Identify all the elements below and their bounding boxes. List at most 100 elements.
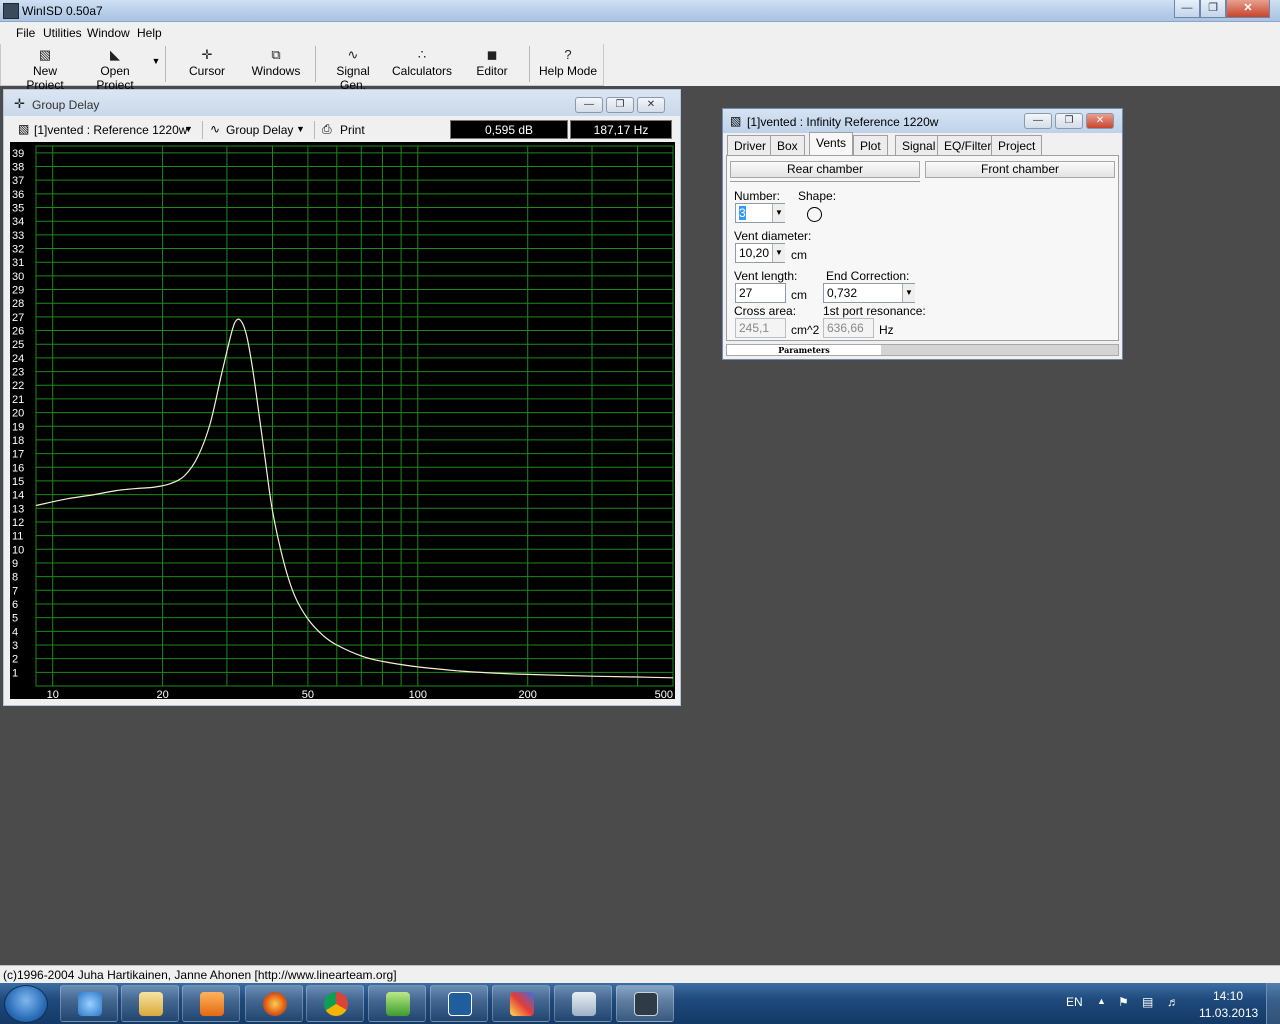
editor-speaker-icon: ◼ <box>486 47 498 62</box>
vent-length-input[interactable]: 27 <box>735 283 786 303</box>
tab-driver[interactable]: Driver <box>727 135 773 155</box>
vents-close-button[interactable]: ✕ <box>1086 113 1114 129</box>
taskbar-calculator[interactable] <box>554 985 612 1022</box>
number-label: Number: <box>734 189 781 203</box>
tab-vents[interactable]: Vents <box>809 132 854 156</box>
open-project-button[interactable]: ◣ Open Project <box>81 46 149 92</box>
tray-expand-icon[interactable]: ▲ <box>1097 996 1106 1006</box>
taskbar-winisd[interactable] <box>616 985 674 1022</box>
group-delay-plot[interactable]: 1 2 3 4 5 6 7 8 9 10 11 12 13 14 15 16 17 18 19 20 21 22 23 24 2… <box>10 142 675 699</box>
tab-box[interactable]: Box <box>770 135 805 155</box>
taskbar-internet-explorer[interactable] <box>60 985 118 1022</box>
group-delay-title-bar: ✛ Group Delay — ❐ ✕ <box>4 90 680 116</box>
x-tick-label: 10 <box>47 689 59 699</box>
status-bar: (c)1996-2004 Juha Hartikainen, Janne Aho… <box>0 965 1280 983</box>
windows-button[interactable]: ⧉ Windows <box>247 46 305 84</box>
x-tick-label: 100 <box>409 689 427 699</box>
y-tick-label: 33 <box>12 230 24 242</box>
menu-file[interactable]: File <box>16 26 35 40</box>
y-tick-label: 9 <box>12 558 18 570</box>
show-desktop-button[interactable] <box>1266 983 1280 1024</box>
sine-wave-icon: ∿ <box>347 47 359 62</box>
rear-chamber-button[interactable]: Rear chamber <box>730 161 920 178</box>
tab-eq-filter[interactable]: EQ/Filter <box>937 135 999 155</box>
port-resonance-unit: Hz <box>879 323 894 337</box>
crosshair-icon: ✛ <box>201 47 213 62</box>
help-mode-button[interactable]: ? Help Mode <box>537 46 599 84</box>
end-correction-select[interactable]: 0,732 ▼ <box>823 283 915 303</box>
new-project-button[interactable]: ▧ New Project <box>13 46 77 92</box>
app-title-bar: WinISD 0.50a7 — ❐ ✕ <box>0 0 1280 22</box>
tab-signal[interactable]: Signal <box>895 135 943 155</box>
clock-date[interactable]: 11.03.2013 <box>1199 1006 1258 1020</box>
vents-minimize-button[interactable]: — <box>1024 113 1052 129</box>
tecdoc-icon <box>448 992 472 1016</box>
front-chamber-button[interactable]: Front chamber <box>925 161 1115 178</box>
app-colorful-icon <box>510 992 534 1016</box>
signal-gen-button[interactable]: ∿ Signal Gen. <box>322 46 384 92</box>
restore-button[interactable]: ❐ <box>1200 0 1226 18</box>
vents-window-title: [1]vented : Infinity Reference 1220w <box>747 115 939 129</box>
y-tick-label: 14 <box>12 490 24 502</box>
menu-utilities[interactable]: Utilities <box>43 26 82 40</box>
y-tick-label: 17 <box>12 449 24 461</box>
minimize-button[interactable]: — <box>1174 0 1200 18</box>
start-button[interactable] <box>4 985 48 1023</box>
winisd-app-icon[interactable] <box>3 3 19 19</box>
vents-window-controls: — ❐ ✕ <box>1024 113 1114 129</box>
action-center-flag-icon[interactable]: ⚑ <box>1118 995 1129 1009</box>
taskbar-app-colorful[interactable] <box>492 985 550 1022</box>
menu-help[interactable]: Help <box>137 26 162 40</box>
taskbar-tecdoc[interactable] <box>430 985 488 1022</box>
print-button[interactable]: ⎙ Print <box>320 119 380 141</box>
taskbar-firefox[interactable] <box>245 985 303 1022</box>
app-green-icon <box>386 992 410 1016</box>
graph-type-select[interactable]: ∿ Group Delay ▼ <box>206 119 310 141</box>
vent-length-label: Vent length: <box>734 269 798 283</box>
x-tick-label: 50 <box>302 689 314 699</box>
taskbar-app-green[interactable] <box>368 985 426 1022</box>
taskbar-explorer[interactable] <box>121 985 179 1022</box>
number-select[interactable]: 3 ▼ <box>735 203 785 223</box>
close-button[interactable]: ✕ <box>1226 0 1270 18</box>
group-delay-restore-button[interactable]: ❐ <box>606 97 634 113</box>
group-delay-minimize-button[interactable]: — <box>575 97 603 113</box>
y-tick-label: 5 <box>12 613 18 625</box>
network-icon[interactable]: ▤ <box>1142 995 1153 1009</box>
tab-plot[interactable]: Plot <box>853 135 888 155</box>
media-player-icon <box>200 992 224 1016</box>
parameters-tab[interactable]: Parameters <box>727 345 881 355</box>
volume-icon[interactable]: ♬ <box>1167 995 1179 1009</box>
y-tick-label: 36 <box>12 189 24 201</box>
taskbar: EN ▲ ⚑ ▤ ♬ 14:10 11.03.2013 <box>0 983 1280 1024</box>
y-tick-label: 3 <box>12 640 18 652</box>
cursor-button[interactable]: ✛ Cursor <box>181 46 233 84</box>
clock-time[interactable]: 14:10 <box>1213 989 1243 1003</box>
chevron-down-icon: ▼ <box>772 204 785 222</box>
speaker-icon: ▧ <box>38 47 52 62</box>
y-tick-label: 31 <box>12 257 24 269</box>
vents-title-bar: ▧ [1]vented : Infinity Reference 1220w —… <box>723 109 1122 133</box>
group-delay-close-button[interactable]: ✕ <box>637 97 665 113</box>
taskbar-chrome[interactable] <box>306 985 364 1022</box>
editor-button[interactable]: ◼ Editor <box>467 46 517 84</box>
round-shape-icon[interactable] <box>807 207 822 222</box>
y-tick-label: 27 <box>12 312 24 324</box>
language-indicator[interactable]: EN <box>1066 995 1083 1009</box>
vents-restore-button[interactable]: ❐ <box>1055 113 1083 129</box>
group-delay-chart: 1234567891011121314151617181920212223242… <box>12 145 674 699</box>
taskbar-media-player[interactable] <box>182 985 240 1022</box>
x-tick-label: 500 <box>655 689 673 699</box>
project-select[interactable]: ▧ [1]vented : Reference 1220w ▼ <box>12 119 202 141</box>
y-tick-label: 11 <box>12 531 23 543</box>
y-tick-label: 30 <box>12 271 24 283</box>
tab-project[interactable]: Project <box>991 135 1043 155</box>
port-resonance-readonly: 636,66 <box>823 318 874 338</box>
cursor-move-icon: ✛ <box>14 96 25 111</box>
menu-window[interactable]: Window <box>87 26 130 40</box>
y-tick-label: 4 <box>12 626 18 638</box>
y-tick-label: 23 <box>12 367 24 379</box>
chevron-down-icon: ▼ <box>184 124 193 134</box>
vent-diameter-input[interactable]: 10,20 ▼ <box>735 243 785 263</box>
calculators-button[interactable]: ∴ Calculators <box>389 46 455 84</box>
